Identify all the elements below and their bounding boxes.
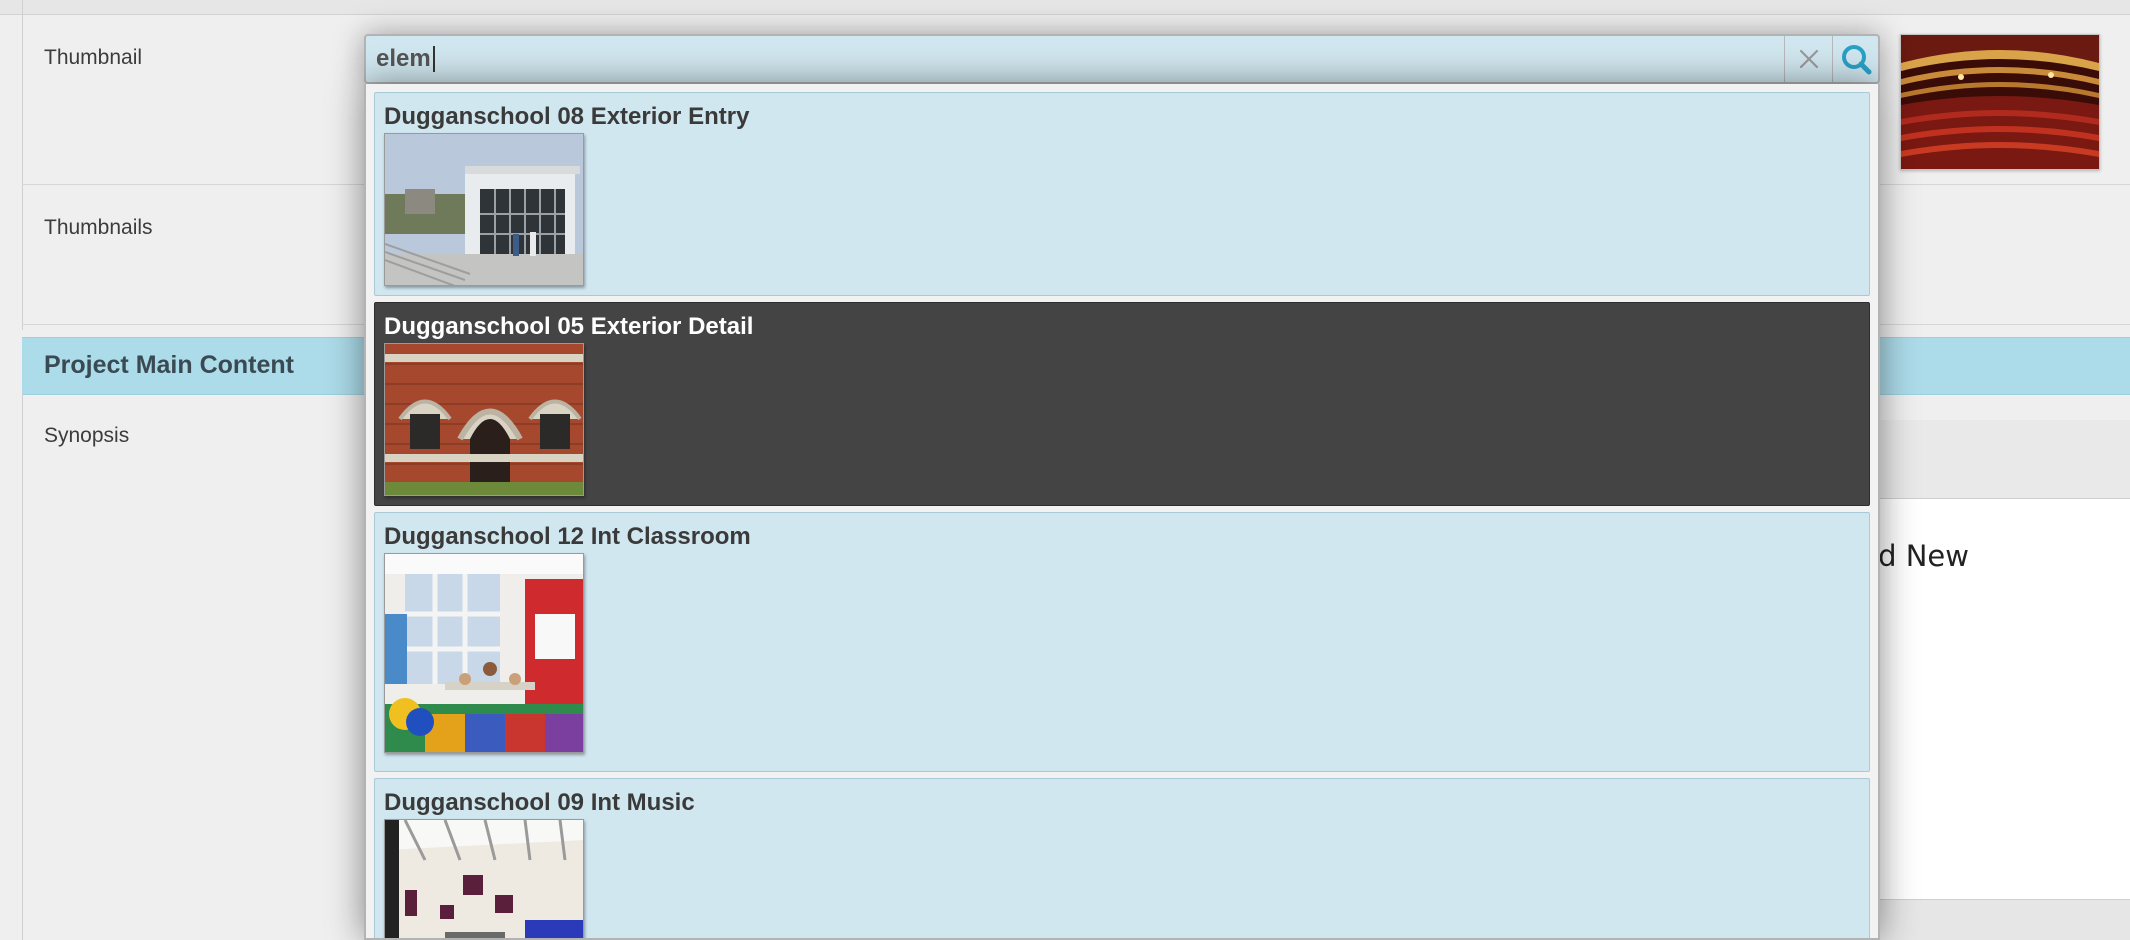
result-title: Dugganschool 08 Exterior Entry [384, 103, 750, 130]
result-item[interactable]: Dugganschool 05 Exterior Detail [374, 302, 1870, 506]
synopsis-label: Synopsis [44, 424, 130, 447]
top-strip [0, 0, 2130, 15]
selected-thumbnail-preview[interactable] [1900, 34, 2100, 170]
search-icon [1841, 45, 1871, 75]
thumbnail-search-input[interactable] [366, 36, 1784, 82]
result-item[interactable]: Dugganschool 08 Exterior Entry [374, 92, 1870, 296]
result-thumbnail [384, 553, 584, 753]
auditorium-image [1901, 35, 2099, 169]
result-item[interactable]: Dugganschool 12 Int Classroom [374, 512, 1870, 772]
synopsis-editor[interactable]: Add New [1878, 499, 2130, 900]
thumbnail-search-box [364, 34, 1880, 84]
synopsis-editor-toolbar [1878, 420, 2130, 499]
thumbnail-label: Thumbnail [44, 46, 143, 69]
result-title: Dugganschool 05 Exterior Detail [384, 313, 754, 340]
autocomplete-dropdown: Dugganschool 08 Exterior Entry Duggansch… [364, 84, 1880, 940]
result-thumbnail [384, 343, 584, 496]
result-thumbnail [384, 133, 584, 286]
result-item[interactable]: Dugganschool 09 Int Music [374, 778, 1870, 938]
classroom-image [385, 554, 583, 752]
section-left-border [22, 393, 23, 940]
synopsis-editor-footer [1878, 900, 2130, 940]
result-title: Dugganschool 09 Int Music [384, 789, 695, 816]
exterior-entry-image [385, 134, 583, 285]
section-title: Project Main Content [44, 351, 295, 379]
result-title: Dugganschool 12 Int Classroom [384, 523, 751, 550]
music-room-image [385, 820, 583, 938]
result-thumbnail [384, 819, 584, 938]
text-caret [433, 46, 435, 72]
close-icon [1799, 49, 1818, 69]
search-button[interactable] [1832, 36, 1878, 82]
thumbnails-label: Thumbnails [44, 216, 153, 239]
exterior-detail-image [385, 344, 583, 495]
clear-search-button[interactable] [1784, 36, 1832, 82]
form-left-border [22, 0, 23, 330]
synopsis-editor-text: Add New [1879, 539, 1969, 573]
